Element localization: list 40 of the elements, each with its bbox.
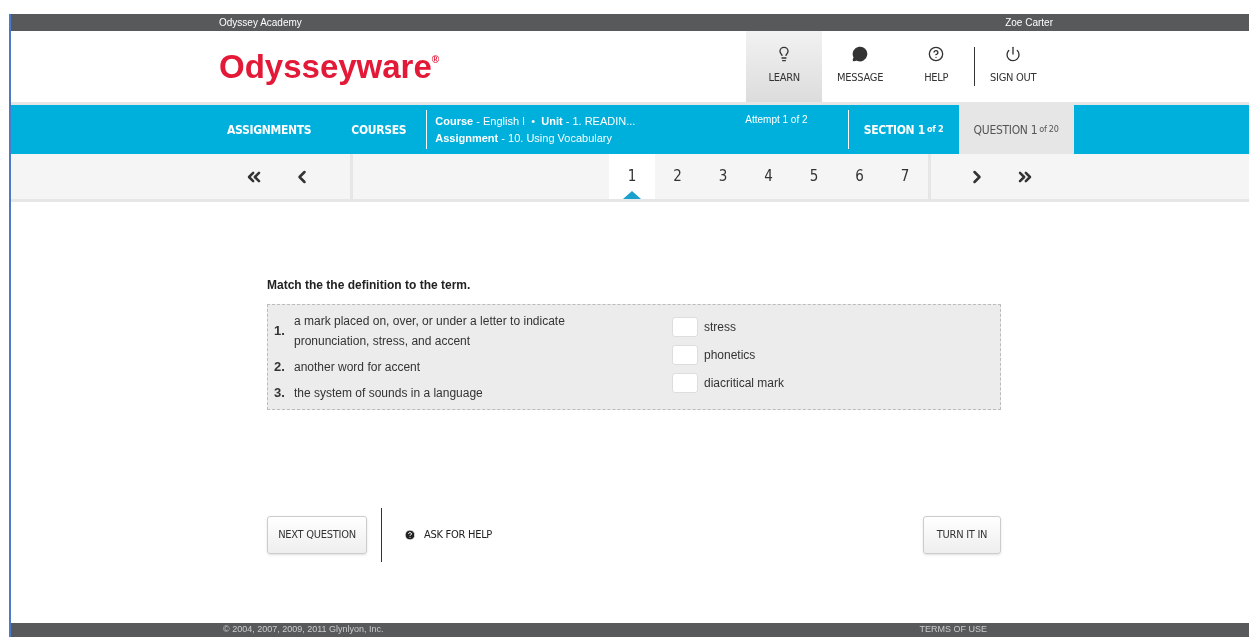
term-text: phonetics <box>704 347 756 364</box>
nav-item[interactable]: SIGN OUT <box>975 31 1052 102</box>
definition-text: another word for accent <box>294 359 422 376</box>
chat-bubble-icon <box>852 46 869 63</box>
terms-of-use-link[interactable]: TERMS OF USE <box>919 623 987 637</box>
nav-item[interactable]: MESSAGE <box>822 31 899 102</box>
nav-item[interactable]: LEARN <box>746 31 823 102</box>
page-number[interactable]: 3 <box>700 154 746 199</box>
definition-text: the system of sounds in a language <box>294 385 484 402</box>
definition-text: a mark placed on, over, or under a letter to indicate pronunciation, stress, and accent <box>294 313 566 350</box>
page-number[interactable]: 4 <box>745 154 791 199</box>
answer-field[interactable] <box>672 317 698 337</box>
answer-field[interactable] <box>672 373 698 393</box>
copyright-text: © 2004, 2007, 2009, 2011 Glynlyon, Inc. <box>223 623 384 637</box>
logo: Odysseyware® <box>219 46 440 87</box>
definition-number: 3. <box>274 384 286 403</box>
question-prompt: Match the the definition to the term. <box>267 277 472 294</box>
page-number[interactable]: 7 <box>882 154 928 199</box>
definition-number: 1. <box>274 322 286 341</box>
term-text: stress <box>704 319 736 336</box>
page-number[interactable]: 5 <box>791 154 837 199</box>
turn-it-in-button[interactable]: TURN IT IN <box>923 516 1001 554</box>
ask-for-help-link[interactable]: ASK FOR HELP <box>404 526 493 544</box>
page-number[interactable]: 1 <box>609 154 655 199</box>
definition-number: 2. <box>274 358 286 377</box>
attempt-info: Attempt 1 of 2 <box>745 113 808 127</box>
user-name: Zoe Carter <box>1005 16 1053 30</box>
nav-item[interactable]: HELP <box>898 31 975 102</box>
term-text: diacritical mark <box>704 375 784 392</box>
next-question-button[interactable]: NEXT QUESTION <box>267 516 367 554</box>
page-number[interactable]: 6 <box>836 154 882 199</box>
answer-field[interactable] <box>672 345 698 365</box>
course-info: Course - English I • Unit - 1. READIN... <box>435 114 637 129</box>
assignment-info: Assignment - 10. Using Vocabulary <box>435 130 613 146</box>
school-name: Odyssey Academy <box>219 16 302 30</box>
help-icon <box>928 46 945 63</box>
current-page-marker <box>622 191 641 199</box>
power-icon <box>1005 46 1022 63</box>
page-number[interactable]: 2 <box>654 154 700 199</box>
help-icon <box>404 529 416 541</box>
